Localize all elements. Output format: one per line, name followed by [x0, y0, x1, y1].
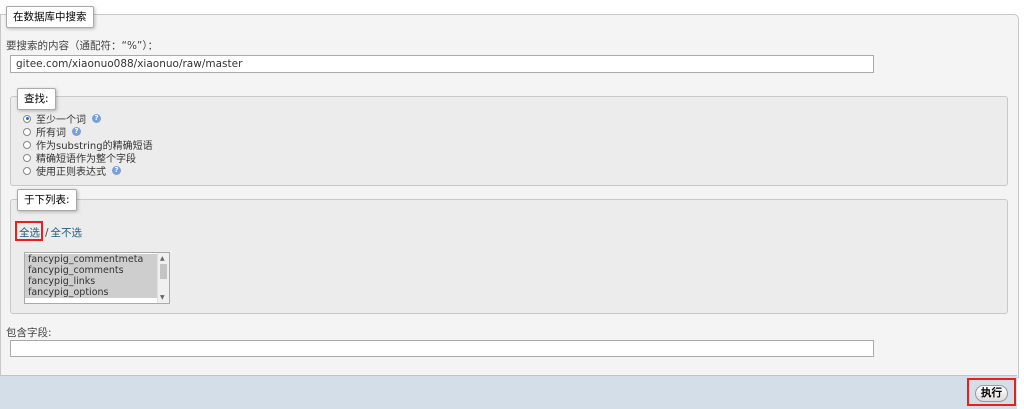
link-separator: /	[45, 226, 49, 239]
deselect-all-link[interactable]: 全不选	[51, 225, 83, 240]
radio-button[interactable]	[23, 114, 31, 123]
search-label: 要搜索的内容（通配符：“%”）：	[6, 40, 159, 52]
go-button[interactable]: 执行	[975, 385, 1008, 402]
select-all-link[interactable]: 全选	[19, 225, 40, 240]
option-exact-whole-field[interactable]: 精确短语作为整个字段	[23, 152, 153, 165]
option-exact-substring[interactable]: 作为substring的精确短语	[23, 139, 153, 152]
radio-button[interactable]	[23, 140, 31, 149]
option-label: 使用正则表达式	[36, 167, 106, 178]
radio-button[interactable]	[23, 153, 31, 162]
search-input[interactable]: gitee.com/xiaonuo088/xiaonuo/raw/master	[10, 55, 874, 73]
radio-button[interactable]	[23, 166, 31, 175]
scroll-up-icon[interactable]: ▲	[160, 255, 165, 262]
form-footer	[0, 375, 1017, 409]
find-legend: 查找:	[17, 88, 56, 110]
list-item[interactable]: fancypig_links	[25, 276, 169, 287]
list-scrollbar[interactable]: ▲ ▼	[157, 253, 169, 303]
select-links: 全选 / 全不选	[19, 225, 82, 240]
list-item[interactable]: fancypig_commentmeta	[25, 254, 169, 265]
field-label: 包含字段:	[6, 327, 52, 339]
option-at-least-one-word[interactable]: 至少一个词 ?	[23, 113, 153, 126]
help-icon[interactable]: ?	[92, 114, 101, 123]
radio-button[interactable]	[23, 127, 31, 136]
field-input[interactable]	[10, 340, 874, 357]
option-regex[interactable]: 使用正则表达式 ?	[23, 165, 153, 178]
find-fieldset	[10, 96, 1008, 186]
tables-legend: 于下列表:	[17, 189, 77, 211]
help-icon[interactable]: ?	[72, 127, 81, 136]
list-item[interactable]: fancypig_comments	[25, 265, 169, 276]
list-item[interactable]: fancypig_options	[25, 287, 169, 298]
help-icon[interactable]: ?	[112, 166, 121, 175]
panel-legend: 在数据库中搜索	[6, 6, 94, 28]
scroll-down-icon[interactable]: ▼	[160, 294, 165, 301]
find-options: 至少一个词 ? 所有词 ? 作为substring的精确短语 精确短语作为整个字…	[23, 113, 153, 178]
scroll-thumb[interactable]	[160, 264, 167, 279]
tables-select-list[interactable]: fancypig_commentmeta fancypig_comments f…	[24, 252, 170, 304]
option-all-words[interactable]: 所有词 ?	[23, 126, 153, 139]
